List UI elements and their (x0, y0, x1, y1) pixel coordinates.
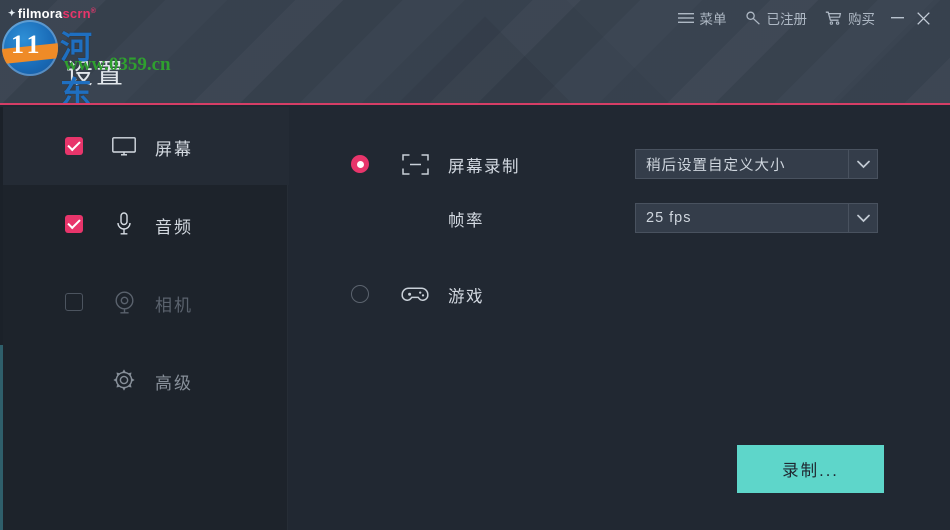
header-controls: 菜单 已注册 购买 (669, 4, 937, 32)
frame-rate-dropdown[interactable]: 25 fps (635, 203, 878, 233)
logo-text-primary: filmora (17, 6, 63, 21)
option-row-game[interactable]: 游戏 (289, 267, 950, 321)
settings-main-panel: 屏幕录制 稍后设置自定义大小 帧率 25 fps 游戏 录制... (289, 107, 950, 530)
sidebar-item-advanced[interactable]: 高级 (3, 341, 287, 419)
sparkle-icon: ✦ (8, 8, 16, 18)
game-label: 游戏 (448, 288, 484, 306)
screen-size-dropdown[interactable]: 稍后设置自定义大小 (635, 149, 878, 179)
shopping-cart-icon (825, 11, 842, 25)
chevron-down-icon[interactable] (849, 149, 878, 179)
close-button[interactable] (910, 6, 936, 30)
sidebar-item-screen[interactable]: 屏幕 (3, 107, 293, 185)
sidebar-item-screen-label: 屏幕 (155, 140, 193, 159)
window-header: ✦filmorascrn® 设置 河东软件园 www.0359.cn 菜单 (0, 0, 950, 105)
sidebar-item-camera-label: 相机 (155, 296, 193, 315)
screen-size-dropdown-value[interactable]: 稍后设置自定义大小 (635, 149, 849, 179)
audio-checkbox[interactable] (65, 215, 83, 233)
frame-rate-label: 帧率 (448, 212, 484, 230)
sidebar-item-audio-label: 音频 (155, 218, 193, 237)
logo-text-secondary: scrn (62, 6, 91, 21)
hamburger-menu-icon (677, 12, 694, 24)
gamepad-icon (401, 282, 429, 306)
key-icon (745, 11, 761, 25)
camera-checkbox[interactable] (65, 293, 83, 311)
microphone-icon (111, 212, 137, 236)
registered-status-button[interactable]: 已注册 (736, 5, 817, 31)
monitor-icon (111, 134, 137, 158)
frame-rate-dropdown-value[interactable]: 25 fps (635, 203, 849, 233)
sidebar-item-audio[interactable]: 音频 (3, 185, 287, 263)
menu-button-label: 菜单 (699, 12, 727, 27)
window-body: 屏幕 音频 相机 高级 屏幕录制 稍后设置自定义大小 帧率 25 fps 游戏 … (0, 107, 950, 530)
settings-sidebar: 屏幕 音频 相机 高级 (3, 107, 293, 530)
filmora-scrn-settings-window: ✦filmorascrn® 设置 河东软件园 www.0359.cn 菜单 (0, 0, 950, 530)
screen-capture-label: 屏幕录制 (448, 158, 520, 176)
minimize-button[interactable] (884, 6, 910, 30)
buy-button[interactable]: 购买 (816, 5, 884, 31)
option-row-frame-rate: 帧率 25 fps (289, 191, 950, 245)
crop-frame-icon (401, 152, 429, 176)
option-row-screen-capture[interactable]: 屏幕录制 稍后设置自定义大小 (289, 137, 950, 191)
sidebar-item-advanced-label: 高级 (155, 374, 193, 393)
menu-button[interactable]: 菜单 (669, 5, 736, 31)
screen-checkbox[interactable] (65, 137, 83, 155)
logo-trademark: ® (90, 8, 97, 15)
sidebar-item-camera[interactable]: 相机 (3, 263, 287, 341)
record-button[interactable]: 录制... (737, 445, 884, 493)
record-button-label: 录制... (782, 462, 839, 480)
buy-button-label: 购买 (848, 12, 875, 27)
app-logo: ✦ filmorascrn® (8, 6, 96, 21)
chevron-down-icon[interactable] (849, 203, 878, 233)
screen-capture-radio[interactable] (351, 155, 369, 173)
gear-icon (111, 368, 137, 392)
game-radio[interactable] (351, 285, 369, 303)
webcam-icon (111, 290, 137, 314)
registered-status-label: 已注册 (766, 12, 808, 27)
page-title: 设置 (66, 59, 126, 89)
